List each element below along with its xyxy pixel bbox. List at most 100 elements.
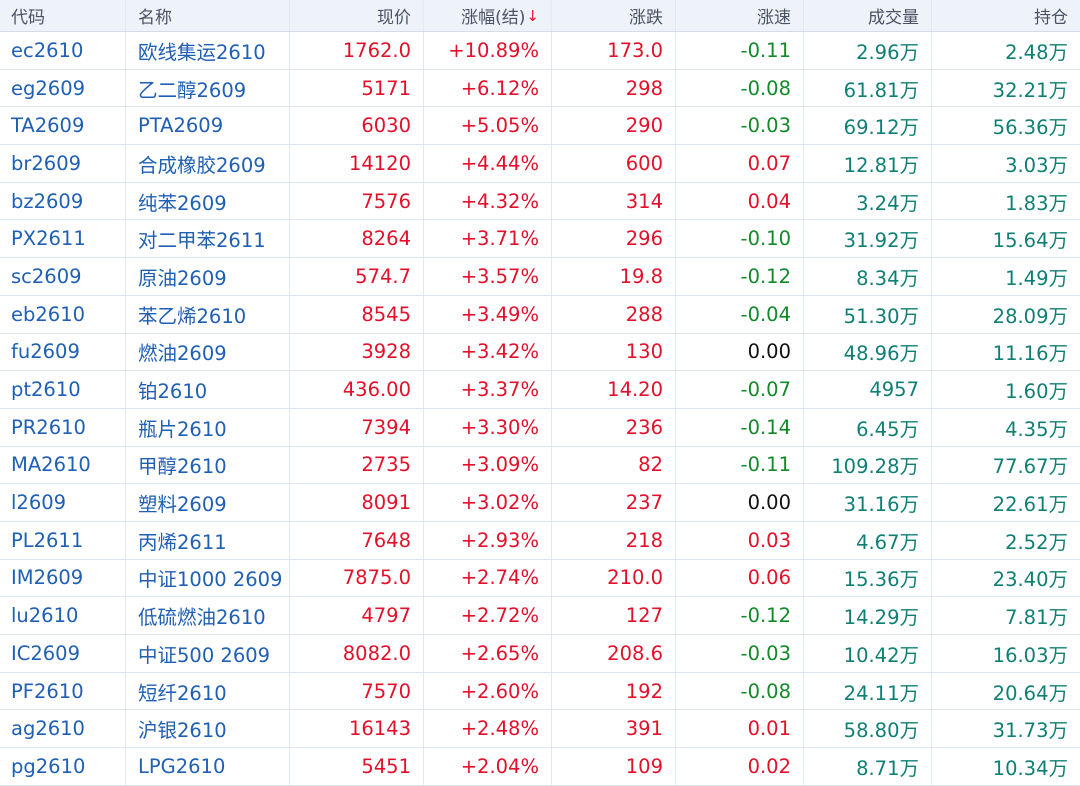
change-cell: 296 [552, 220, 676, 258]
volume-cell: 12.81万 [804, 145, 932, 182]
table-row[interactable]: sc2609 原油2609 574.7 +3.57% 19.8 -0.12 8.34万 1.4… [0, 258, 1080, 296]
table-row[interactable]: eb2610 苯乙烯2610 8545 +3.49% 288 -0.04 51.30万 28.… [0, 295, 1080, 334]
name-cell: 中证500 2609 [126, 635, 290, 672]
price-cell: 5451 [290, 748, 424, 785]
code-cell: PR2610 [0, 408, 126, 446]
speed-cell: -0.08 [676, 69, 804, 107]
header-code[interactable]: 代码 [0, 0, 126, 31]
open-interest-cell: 1.49万 [1005, 266, 1068, 290]
volume-cell: 51.30万 [804, 295, 932, 333]
name-cell: PTA2609 [126, 107, 290, 145]
price-cell: 7648 [290, 521, 424, 559]
header-price[interactable]: 现价 [290, 0, 424, 31]
pct-change-cell: +5.05% [424, 107, 552, 145]
header-code-label: 代码 [11, 8, 45, 28]
table-row[interactable]: pt2610 铂2610 436.00 +3.37% 14.20 -0.07 4957 1.6… [0, 371, 1080, 409]
table-row[interactable]: eg2609 乙二醇2609 5171 +6.12% 298 -0.08 61.81万 32.… [0, 69, 1080, 108]
name-cell: 合成橡胶2609 [126, 145, 290, 182]
table-row[interactable]: MA2610 甲醇2610 2735 +3.09% 82 -0.11 109.28万 77.6… [0, 446, 1080, 485]
change-cell: 236 [552, 408, 676, 446]
open-interest-cell: 7.81万 [1005, 606, 1068, 630]
open-interest-cell: 77.67万 [992, 455, 1068, 479]
code-cell: PL2611 [0, 521, 126, 559]
pct-change-cell: +3.30% [424, 408, 552, 446]
name-cell: 沪银2610 [126, 710, 290, 748]
code-cell: TA2609 [0, 107, 126, 145]
volume-cell: 109.28万 [804, 446, 932, 484]
price-cell: 7875.0 [290, 559, 424, 597]
name-cell: 铂2610 [126, 371, 290, 408]
table-row[interactable]: PF2610 短纤2610 7570 +2.60% 192 -0.08 24.11万 20.6… [0, 672, 1080, 711]
futures-quote-table: 代码 名称 现价 涨幅(结) ↓ 涨跌 涨速 成交量 持仓 ec2610 欧线集运2… [0, 0, 1080, 786]
speed-cell: -0.04 [676, 295, 804, 333]
table-row[interactable]: lu2610 低硫燃油2610 4797 +2.72% 127 -0.12 14.29万 7.… [0, 597, 1080, 635]
header-change-label: 涨跌 [629, 8, 663, 28]
pct-change-cell: +3.09% [424, 446, 552, 484]
open-interest-cell: 22.61万 [992, 493, 1068, 517]
open-interest-cell: 20.64万 [992, 681, 1068, 705]
header-change[interactable]: 涨跌 [552, 0, 676, 31]
speed-cell: -0.14 [676, 408, 804, 446]
name-cell: 甲醇2610 [126, 446, 290, 484]
code-cell: l2609 [0, 484, 126, 521]
price-cell: 4797 [290, 597, 424, 634]
speed-cell: 0.02 [676, 748, 804, 785]
header-price-label: 现价 [377, 8, 411, 28]
table-row[interactable]: ag2610 沪银2610 16143 +2.48% 391 0.01 58.80万 31.7… [0, 710, 1080, 749]
table-row[interactable]: PX2611 对二甲苯2611 8264 +3.71% 296 -0.10 31.92万 15… [0, 220, 1080, 259]
name-cell: 短纤2610 [126, 672, 290, 710]
change-cell: 14.20 [552, 371, 676, 408]
header-speed[interactable]: 涨速 [676, 0, 804, 31]
pct-change-cell: +3.49% [424, 295, 552, 333]
change-cell: 208.6 [552, 635, 676, 672]
volume-cell: 14.29万 [804, 597, 932, 634]
price-cell: 7394 [290, 408, 424, 446]
table-row[interactable]: IM2609 中证1000 2609 7875.0 +2.74% 210.0 0.06 15… [0, 559, 1080, 598]
name-cell: LPG2610 [126, 748, 290, 785]
volume-cell: 3.24万 [804, 182, 932, 220]
open-interest-cell: 10.34万 [992, 756, 1068, 780]
header-name[interactable]: 名称 [126, 0, 290, 31]
open-interest-cell: 16.03万 [992, 643, 1068, 667]
open-interest-cell: 1.83万 [1005, 191, 1068, 215]
code-cell: eg2609 [0, 69, 126, 107]
table-row[interactable]: fu2609 燃油2609 3928 +3.42% 130 0.00 48.96万 11.16… [0, 333, 1080, 372]
table-row[interactable]: PR2610 瓶片2610 7394 +3.30% 236 -0.14 6.45万 4.35万 [0, 408, 1080, 447]
table-row[interactable]: ec2610 欧线集运2610 1762.0 +10.89% 173.0 -0.11 2.9… [0, 32, 1080, 70]
volume-cell: 15.36万 [804, 559, 932, 597]
pct-change-cell: +2.93% [424, 521, 552, 559]
header-open-interest[interactable]: 持仓 [932, 0, 1080, 31]
pct-change-cell: +2.74% [424, 559, 552, 597]
table-row[interactable]: pg2610 LPG2610 5451 +2.04% 109 0.02 8.71万 10.34… [0, 748, 1080, 786]
table-row[interactable]: IC2609 中证500 2609 8082.0 +2.65% 208.6 -0.03 10… [0, 635, 1080, 673]
table-row[interactable]: l2609 塑料2609 8091 +3.02% 237 0.00 31.16万 22.61万 [0, 484, 1080, 522]
volume-cell: 4957 [804, 371, 932, 408]
code-cell: ag2610 [0, 710, 126, 748]
code-cell: MA2610 [0, 446, 126, 484]
volume-cell: 4.67万 [804, 521, 932, 559]
change-cell: 173.0 [552, 32, 676, 69]
header-volume[interactable]: 成交量 [804, 0, 932, 31]
price-cell: 8091 [290, 484, 424, 521]
speed-cell: -0.03 [676, 635, 804, 672]
table-row[interactable]: br2609 合成橡胶2609 14120 +4.44% 600 0.07 12.81万 3.… [0, 145, 1080, 183]
name-cell: 瓶片2610 [126, 408, 290, 446]
name-cell: 燃油2609 [126, 333, 290, 371]
code-cell: pg2610 [0, 748, 126, 785]
open-interest-cell: 2.52万 [1005, 530, 1068, 554]
table-row[interactable]: PL2611 丙烯2611 7648 +2.93% 218 0.03 4.67万 2.52万 [0, 521, 1080, 560]
volume-cell: 6.45万 [804, 408, 932, 446]
table-row[interactable]: bz2609 纯苯2609 7576 +4.32% 314 0.04 3.24万 1.83万 [0, 182, 1080, 221]
change-cell: 237 [552, 484, 676, 521]
table-row[interactable]: TA2609 PTA2609 6030 +5.05% 290 -0.03 69.12万 56.… [0, 107, 1080, 146]
header-pct-change[interactable]: 涨幅(结) ↓ [424, 0, 552, 31]
change-cell: 127 [552, 597, 676, 634]
speed-cell: -0.11 [676, 446, 804, 484]
change-cell: 210.0 [552, 559, 676, 597]
pct-change-cell: +2.60% [424, 672, 552, 710]
code-cell: lu2610 [0, 597, 126, 634]
pct-change-cell: +6.12% [424, 69, 552, 107]
volume-cell: 31.16万 [804, 484, 932, 521]
open-interest-cell: 15.64万 [992, 229, 1068, 253]
price-cell: 8264 [290, 220, 424, 258]
